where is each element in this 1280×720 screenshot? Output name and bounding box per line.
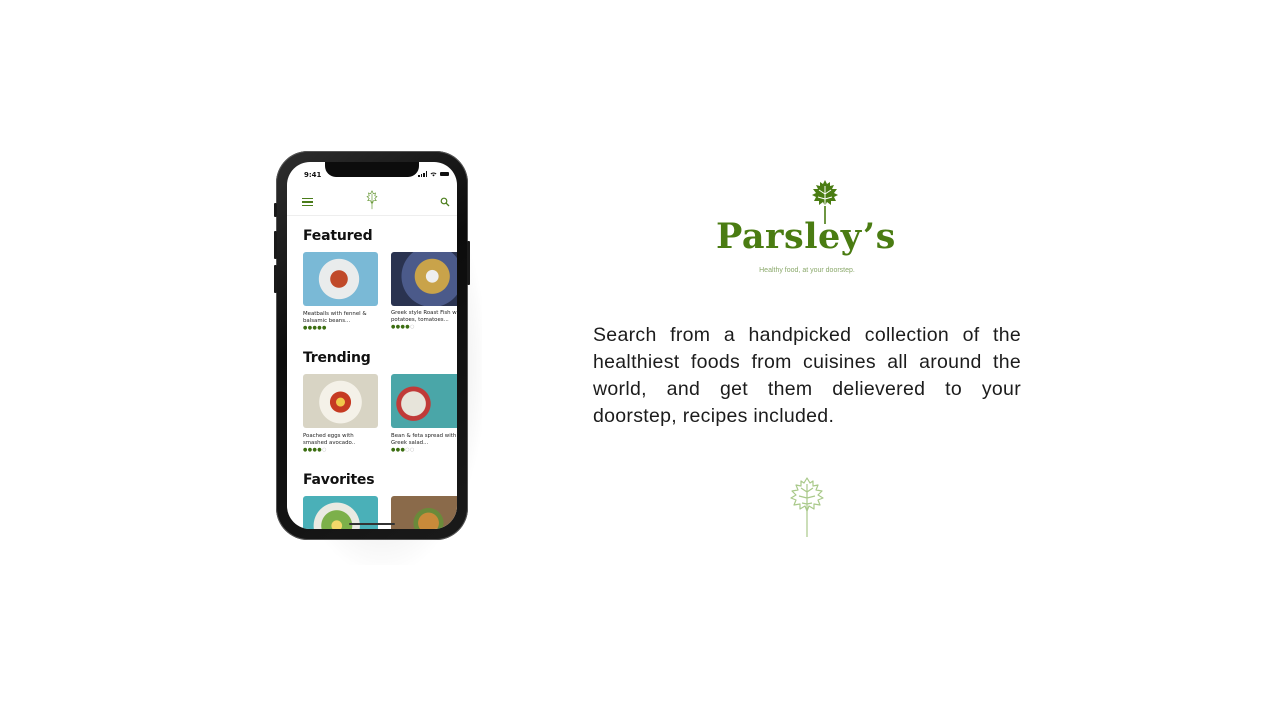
recipe-card[interactable] <box>391 496 457 529</box>
rating-stars: ●●●●○ <box>303 447 327 453</box>
recipe-caption: Poached eggs with smashed avocado.. <box>303 433 356 446</box>
rating-stars: ●●●●● <box>303 325 327 331</box>
recipe-image <box>391 374 457 428</box>
mute-switch <box>274 203 277 217</box>
phone-frame: 9:41 Featured Meatballs with fennel & ba… <box>274 151 470 540</box>
power-button <box>467 241 470 285</box>
status-icons <box>418 171 449 177</box>
rating-stars: ●●●●○ <box>391 324 415 330</box>
recipe-caption: Bean & feta spread with Greek salad... <box>391 433 457 446</box>
home-indicator[interactable] <box>349 523 395 525</box>
recipe-image <box>303 374 378 428</box>
volume-down-button <box>274 265 277 293</box>
phone-screen: 9:41 Featured Meatballs with fennel & ba… <box>287 162 457 529</box>
battery-icon <box>440 172 449 176</box>
parsley-leaf-icon <box>366 190 378 210</box>
wifi-icon <box>430 171 437 176</box>
app-description: Search from a handpicked collection of t… <box>593 324 1021 427</box>
recipe-card[interactable]: Meatballs with fennel & balsamic beans...… <box>303 252 378 332</box>
recipe-caption: Greek style Roast Fish w potatoes, tomato… <box>391 310 457 323</box>
signal-icon <box>418 171 427 177</box>
recipe-card[interactable]: Poached eggs with smashed avocado.. ●●●●○ <box>303 374 378 454</box>
brand-name: Parsley’s <box>716 216 896 257</box>
app-header <box>287 187 457 216</box>
section-title-trending: Trending <box>303 350 371 366</box>
phone-notch <box>325 162 419 177</box>
search-icon[interactable] <box>440 197 450 207</box>
phone-mockup: 9:41 Featured Meatballs with fennel & ba… <box>274 151 482 565</box>
recipe-image <box>303 252 378 306</box>
volume-up-button <box>274 231 277 259</box>
recipe-image <box>391 252 457 306</box>
section-title-favorites: Favorites <box>303 472 375 488</box>
parsley-sprig-icon <box>790 477 824 537</box>
recipe-card[interactable]: Bean & feta spread with Greek salad... ●●… <box>391 374 457 454</box>
status-time: 9:41 <box>304 171 322 179</box>
recipe-card[interactable]: Greek style Roast Fish w potatoes, tomato… <box>391 252 457 331</box>
brand-tagline: Healthy food, at your doorstep. <box>759 267 855 274</box>
recipe-image <box>391 496 457 529</box>
recipe-caption: Meatballs with fennel & balsamic beans... <box>303 311 367 324</box>
rating-stars: ●●●○○ <box>391 447 415 453</box>
section-title-featured: Featured <box>303 228 373 244</box>
hamburger-menu-icon[interactable] <box>302 198 313 206</box>
brand-logo: Parsley’s Healthy food, at your doorstep… <box>700 178 914 280</box>
